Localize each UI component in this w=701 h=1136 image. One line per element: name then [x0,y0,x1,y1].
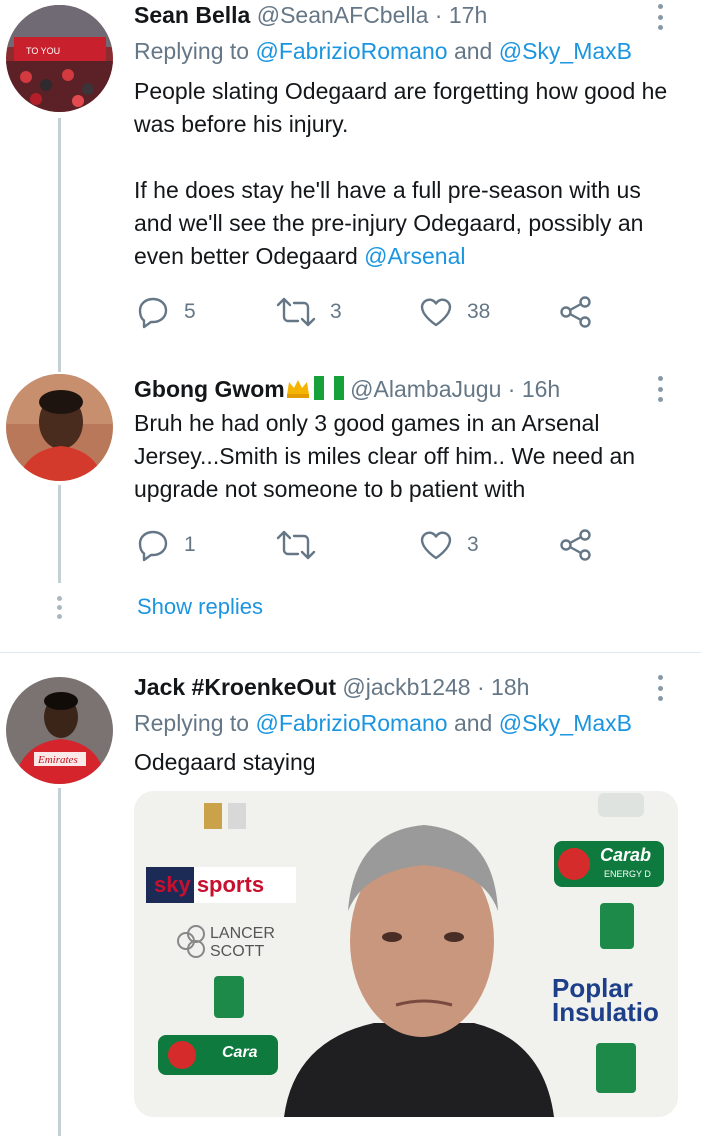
more-options-icon[interactable] [652,376,668,402]
mention-link[interactable]: @FabrizioRomano [255,710,447,736]
like-icon [420,298,452,327]
nigeria-flag-emoji [313,376,344,400]
insulation-label: Insulatio [552,997,659,1027]
replying-prefix: Replying to [134,710,256,736]
mention-link[interactable]: @FabrizioRomano [255,38,447,64]
tweet-header: Sean Bella @SeanAFCbella · 17h [134,0,487,30]
replying-and: and [447,38,499,64]
retweet-button[interactable] [276,525,330,565]
thread-dots-icon [57,596,62,623]
tweet-actions: 5 3 38 [134,292,614,332]
tweet-paragraph: If he does stay he'll have a full pre-se… [134,174,679,273]
avatar-sean-bella[interactable]: TO YOU [6,5,113,112]
reply-count: 5 [184,300,196,323]
tweet-header: Jack #KroenkeOut @jackb1248 · 18h [134,672,529,702]
share-button[interactable] [558,525,594,565]
separator: · [470,674,492,700]
tweet-media-image[interactable]: sky sports LANCER SCOTT Carab ENERGY D P… [134,791,678,1117]
avatar-gbong-gwom[interactable] [6,374,113,481]
tweet-paragraph: People slating Odegaard are forgetting h… [134,78,668,137]
reply-count: 1 [184,533,196,556]
mention-link[interactable]: @Sky_MaxB [499,710,632,736]
like-button[interactable]: 38 [419,292,490,332]
retweet-count: 3 [330,300,342,323]
tweet-text: People slating Odegaard are forgetting h… [134,75,679,273]
timestamp[interactable]: 16h [522,376,560,402]
tweet-actions: 1 3 [134,525,614,565]
energy-label: ENERGY D [604,869,651,879]
replying-to: Replying to @FabrizioRomano and @Sky_Max… [134,36,632,66]
reply-icon [138,530,168,562]
mention-link[interactable]: @Arsenal [364,243,465,269]
lancer-label: LANCER [210,925,275,942]
like-count: 3 [467,533,479,556]
reply-button[interactable]: 5 [136,292,196,332]
tweet-text: Odegaard staying [134,749,316,775]
replying-and: and [447,710,499,736]
mention-link[interactable]: @Sky_MaxB [499,38,632,64]
display-name[interactable]: Jack #KroenkeOut [134,674,336,700]
user-handle[interactable]: @jackb1248 [342,674,470,700]
show-replies-link[interactable]: Show replies [137,594,263,620]
thread-line-1 [58,118,61,372]
carabao-label: Carab [600,845,651,865]
more-options-icon[interactable] [652,675,668,701]
replying-to: Replying to @FabrizioRomano and @Sky_Max… [134,708,632,738]
more-options-icon[interactable] [652,4,668,30]
like-count: 38 [467,300,491,323]
display-name[interactable]: Gbong Gwom [134,376,285,402]
display-name[interactable]: Sean Bella [134,2,250,28]
replying-prefix: Replying to [134,38,256,64]
timestamp[interactable]: 18h [491,674,529,700]
svg-text:TO YOU: TO YOU [26,46,60,56]
share-icon [560,296,591,328]
separator: · [428,2,449,28]
retweet-icon [276,530,316,560]
retweet-button[interactable]: 3 [276,292,342,332]
svg-text:Emirates: Emirates [37,754,78,766]
user-handle[interactable]: @SeanAFCbella [257,2,429,28]
crown-emoji [286,380,309,398]
reply-button[interactable]: 1 [136,525,196,565]
share-icon [560,529,591,561]
share-button[interactable] [558,292,594,332]
scott-label: SCOTT [210,943,264,960]
thread-line-3 [58,788,61,1136]
retweet-icon [276,297,316,327]
separator: · [501,376,522,402]
tweet-header: Gbong Gwom @AlambaJugu · 16h [134,374,560,404]
reply-icon [138,297,168,329]
user-handle[interactable]: @AlambaJugu [350,376,501,402]
cara-label: Cara [222,1044,258,1061]
divider [0,652,701,653]
sky-sports-logo: sky sports [154,872,264,897]
like-icon [420,531,452,560]
thread-line-2 [58,485,61,583]
avatar-jack-kroenkeout[interactable]: Emirates [6,677,113,784]
like-button[interactable]: 3 [419,525,479,565]
timestamp[interactable]: 17h [449,2,487,28]
tweet-text: Bruh he had only 3 good games in an Arse… [134,410,636,502]
